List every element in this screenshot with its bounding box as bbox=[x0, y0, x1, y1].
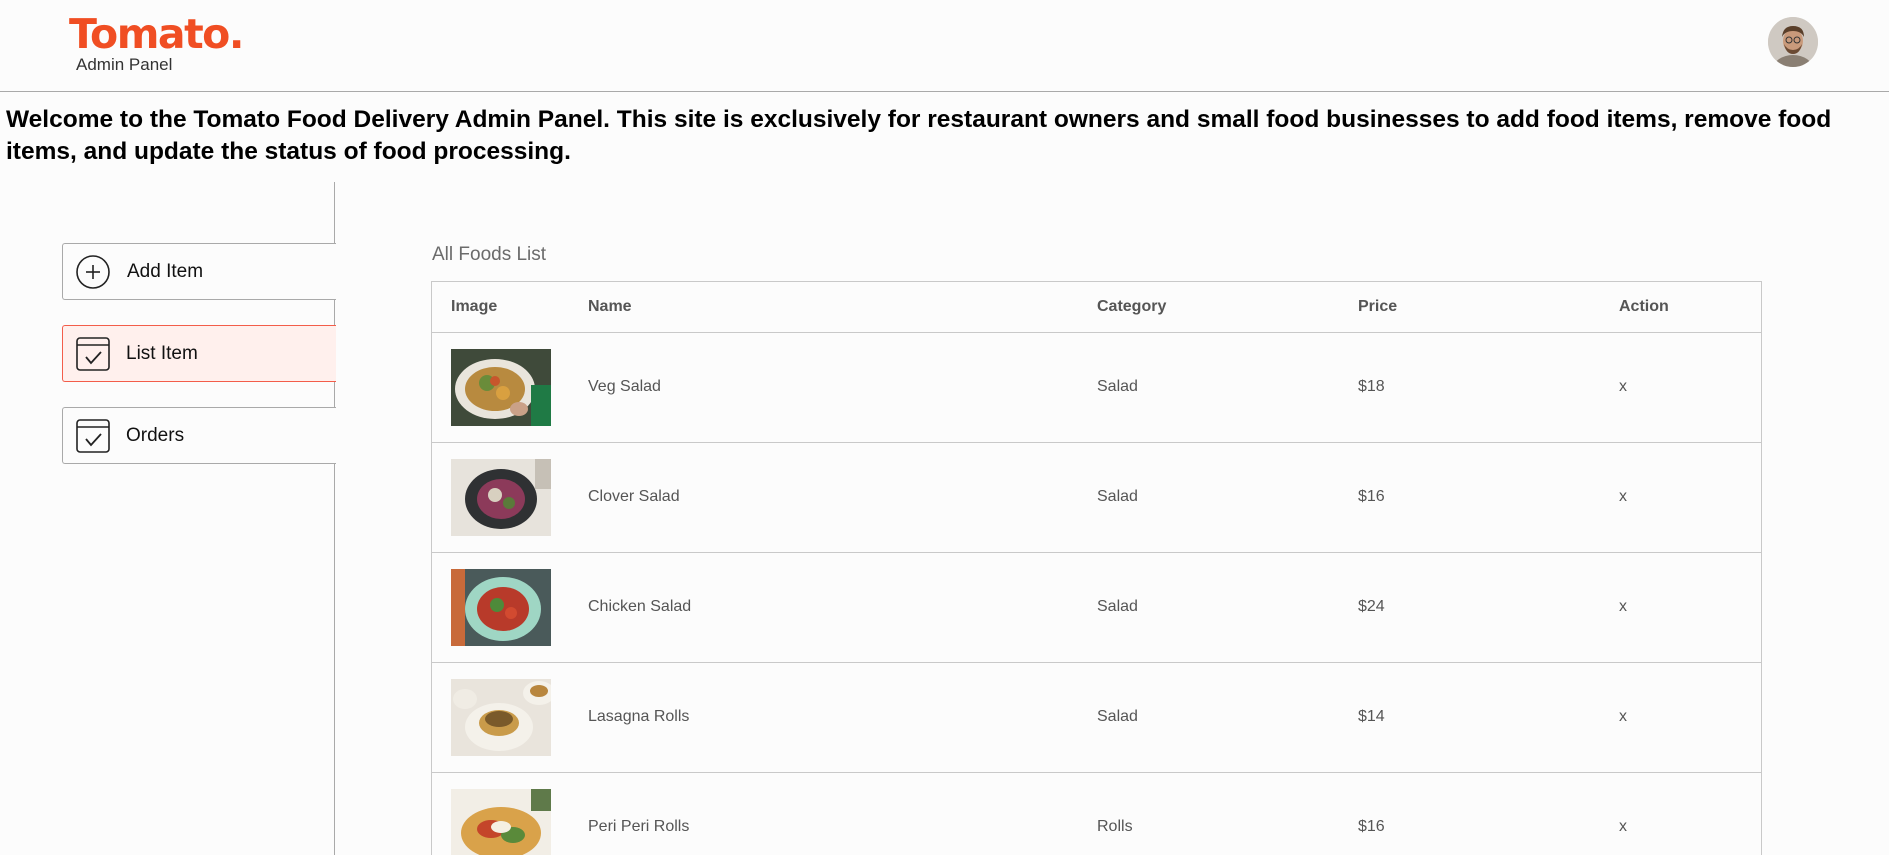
sidebar: Add Item List Item Orders bbox=[0, 182, 336, 855]
food-price: $16 bbox=[1358, 818, 1385, 835]
sidebar-item-label: List Item bbox=[126, 343, 198, 364]
table-row: Lasagna Rolls Salad $14 x bbox=[431, 662, 1762, 773]
remove-item-button[interactable]: x bbox=[1619, 488, 1627, 506]
food-image bbox=[451, 789, 551, 855]
sidebar-item-orders[interactable]: Orders bbox=[62, 407, 336, 464]
remove-item-button[interactable]: x bbox=[1619, 378, 1627, 396]
food-price: $24 bbox=[1358, 598, 1385, 615]
food-image bbox=[451, 349, 551, 426]
food-category: Salad bbox=[1097, 708, 1138, 725]
list-title: All Foods List bbox=[432, 244, 547, 265]
food-price: $16 bbox=[1358, 488, 1385, 505]
food-image bbox=[451, 459, 551, 536]
add-circle-icon bbox=[75, 254, 111, 290]
remove-item-button[interactable]: x bbox=[1619, 708, 1627, 726]
profile-avatar[interactable] bbox=[1768, 17, 1818, 67]
remove-item-button[interactable]: x bbox=[1619, 598, 1627, 616]
food-category: Salad bbox=[1097, 488, 1138, 505]
column-header-category: Category bbox=[1097, 298, 1167, 315]
logo-text: Tomato. bbox=[69, 10, 244, 58]
column-header-image: Image bbox=[451, 298, 498, 315]
food-name: Lasagna Rolls bbox=[588, 708, 690, 725]
logo[interactable]: Tomato. Admin Panel bbox=[69, 8, 244, 74]
food-name: Veg Salad bbox=[588, 378, 661, 395]
column-header-price: Price bbox=[1358, 298, 1398, 315]
food-image bbox=[451, 569, 551, 646]
food-name: Chicken Salad bbox=[588, 598, 692, 615]
remove-item-button[interactable]: x bbox=[1619, 818, 1627, 836]
table-row: Peri Peri Rolls Rolls $16 x bbox=[431, 772, 1762, 855]
navbar: Tomato. Admin Panel bbox=[0, 0, 1889, 92]
column-header-name: Name bbox=[588, 298, 632, 315]
sidebar-item-add-item[interactable]: Add Item bbox=[62, 243, 336, 300]
sidebar-item-list-item[interactable]: List Item bbox=[62, 325, 336, 382]
logo-subtitle: Admin Panel bbox=[76, 55, 173, 74]
order-check-icon bbox=[75, 336, 111, 372]
food-list-table: Image Name Category Price Action Veg Sal… bbox=[431, 281, 1762, 855]
food-name: Clover Salad bbox=[588, 488, 680, 505]
food-category: Salad bbox=[1097, 378, 1138, 395]
welcome-message: Welcome to the Tomato Food Delivery Admi… bbox=[6, 106, 1832, 165]
food-image bbox=[451, 679, 551, 756]
food-price: $14 bbox=[1358, 708, 1385, 725]
food-price: $18 bbox=[1358, 378, 1385, 395]
table-header: Image Name Category Price Action bbox=[431, 281, 1762, 333]
table-row: Clover Salad Salad $16 x bbox=[431, 442, 1762, 553]
food-category: Rolls bbox=[1097, 818, 1133, 835]
column-header-action: Action bbox=[1619, 298, 1669, 315]
food-name: Peri Peri Rolls bbox=[588, 818, 690, 835]
sidebar-item-label: Orders bbox=[126, 425, 185, 446]
order-check-icon bbox=[75, 418, 111, 454]
sidebar-item-label: Add Item bbox=[127, 261, 204, 282]
food-category: Salad bbox=[1097, 598, 1138, 615]
table-row: Chicken Salad Salad $24 x bbox=[431, 552, 1762, 663]
table-row: Veg Salad Salad $18 x bbox=[431, 332, 1762, 443]
avatar-icon bbox=[1768, 17, 1818, 67]
